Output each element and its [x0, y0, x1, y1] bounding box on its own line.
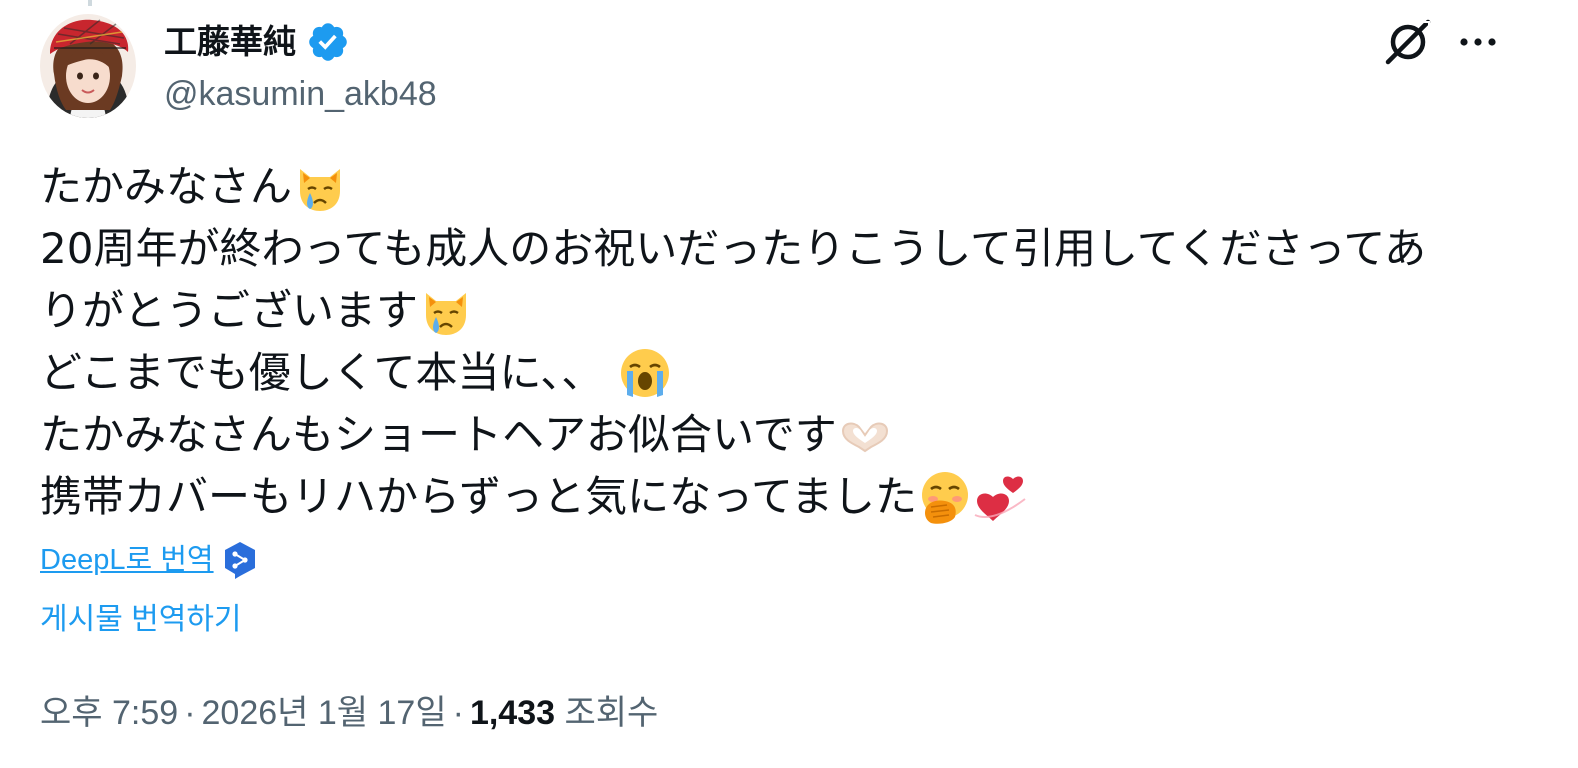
avatar[interactable] — [40, 14, 136, 118]
verified-badge-icon[interactable] — [306, 20, 350, 64]
tweet-line-text: たかみなさんもショートヘアお似合いです — [40, 410, 837, 459]
tweet-time[interactable]: 오후 7:59 — [40, 694, 178, 732]
meta-separator: · — [184, 694, 196, 732]
tweet-line: りがとうございます — [40, 280, 1510, 342]
tweet-line-text: たかみなさん — [40, 162, 293, 211]
tweet-line: たかみなさん — [40, 156, 1510, 218]
hand-over-mouth-emoji — [917, 469, 973, 525]
tweet-line: 20周年が終わっても成人のお祝いだったりこうして引用してくださってあ — [40, 218, 1510, 280]
tweet-line-text: りがとうございます — [40, 286, 419, 335]
two-hearts-emoji — [973, 469, 1029, 525]
tweet-line: たかみなさんもショートヘアお似合いです — [40, 404, 1510, 466]
tweet-line: 携帯カバーもリハからずっと気になってました — [40, 466, 1510, 528]
tweet-line: どこまでも優しくて本当に、、 — [40, 342, 1510, 404]
author-display-name[interactable]: 工藤華純 — [164, 20, 296, 64]
loudly-crying-emoji — [617, 345, 673, 401]
author-handle[interactable]: @kasumin_akb48 — [164, 70, 437, 118]
deepl-translate-link[interactable]: DeepL로 번역 — [40, 538, 214, 582]
heart-hands-emoji — [837, 407, 893, 463]
profile-photo — [40, 14, 136, 118]
grok-icon[interactable] — [1382, 16, 1434, 68]
tweet-line-text: 携帯カバーもリハからずっと気になってました — [40, 472, 917, 521]
deepl-logo-icon[interactable] — [222, 540, 258, 580]
crying-cat-emoji — [292, 159, 348, 215]
meta-separator: · — [452, 694, 464, 732]
tweet-date[interactable]: 2026년 1월 17일 — [202, 694, 447, 732]
tweet-text: たかみなさん 20周年が終わっても成人のお祝いだったりこうして引用してくださって… — [40, 156, 1510, 528]
thread-connector-line — [88, 0, 92, 6]
tweet-line-text: どこまでも優しくて本当に、、 — [40, 348, 604, 397]
views-label: 조회수 — [564, 694, 659, 732]
more-horizontal-icon[interactable] — [1456, 22, 1500, 62]
views-count: 1,433 — [469, 694, 556, 732]
tweet-line-text: 20周年が終わっても成人のお祝いだったりこうして引用してくださってあ — [40, 224, 1427, 273]
tweet-meta: 오후 7:59 · 2026년 1월 17일 · 1,433 조회수 — [40, 688, 658, 738]
crying-cat-emoji — [418, 283, 474, 339]
translate-post-link[interactable]: 게시물 번역하기 — [40, 598, 242, 642]
